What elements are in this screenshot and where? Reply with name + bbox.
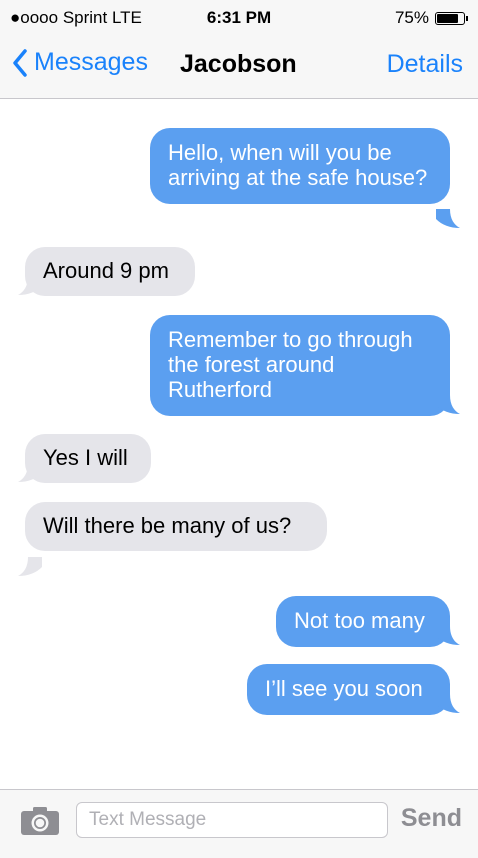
message-text: I’ll see you soon — [265, 676, 423, 701]
send-button[interactable]: Send — [401, 804, 462, 833]
outgoing-message-bubble[interactable]: Hello, when will you be arriving at the … — [150, 128, 450, 204]
message-thread[interactable]: Hello, when will you be arriving at the … — [0, 99, 478, 789]
back-button-label: Messages — [34, 48, 148, 76]
message-text: Around 9 pm — [43, 258, 169, 283]
message-text: Hello, when will you be arriving at the … — [168, 140, 428, 190]
incoming-bubble-tail — [18, 276, 42, 295]
battery-tip — [466, 15, 468, 21]
message-text: Yes I will — [43, 445, 128, 470]
incoming-bubble-tail — [18, 463, 42, 482]
outgoing-message-bubble[interactable]: I’ll see you soon — [247, 664, 450, 715]
incoming-message-bubble[interactable]: Will there be many of us? — [25, 502, 327, 551]
navigation-bar: Messages Jacobson Details — [0, 34, 478, 99]
back-button[interactable]: Messages — [12, 48, 148, 77]
outgoing-bubble-tail — [436, 209, 460, 228]
incoming-message-bubble[interactable]: Around 9 pm — [25, 247, 195, 296]
battery-icon — [435, 11, 465, 25]
message-text: Will there be many of us? — [43, 513, 292, 538]
message-text: Remember to go through the forest around… — [168, 327, 413, 402]
status-bar: ●oooo Sprint LTE 6:31 PM 75% — [0, 0, 478, 34]
incoming-message-bubble[interactable]: Yes I will — [25, 434, 151, 483]
outgoing-bubble-tail — [436, 694, 460, 713]
message-input-bar: Send — [0, 789, 478, 858]
outgoing-message-bubble[interactable]: Not too many — [276, 596, 450, 647]
status-right: 75% — [395, 8, 468, 28]
outgoing-bubble-tail — [436, 626, 460, 645]
incoming-bubble-tail — [18, 557, 42, 576]
text-message-field[interactable] — [76, 802, 388, 838]
battery-percent: 75% — [394, 8, 429, 27]
battery-fill — [437, 13, 458, 23]
camera-icon[interactable] — [20, 806, 60, 836]
message-text: Not too many — [294, 608, 425, 633]
chevron-left-icon — [13, 48, 27, 77]
conversation-title: Jacobson — [180, 50, 297, 78]
outgoing-bubble-tail — [436, 395, 460, 414]
outgoing-message-bubble[interactable]: Remember to go through the forest around… — [150, 315, 450, 416]
details-button[interactable]: Details — [387, 50, 463, 79]
